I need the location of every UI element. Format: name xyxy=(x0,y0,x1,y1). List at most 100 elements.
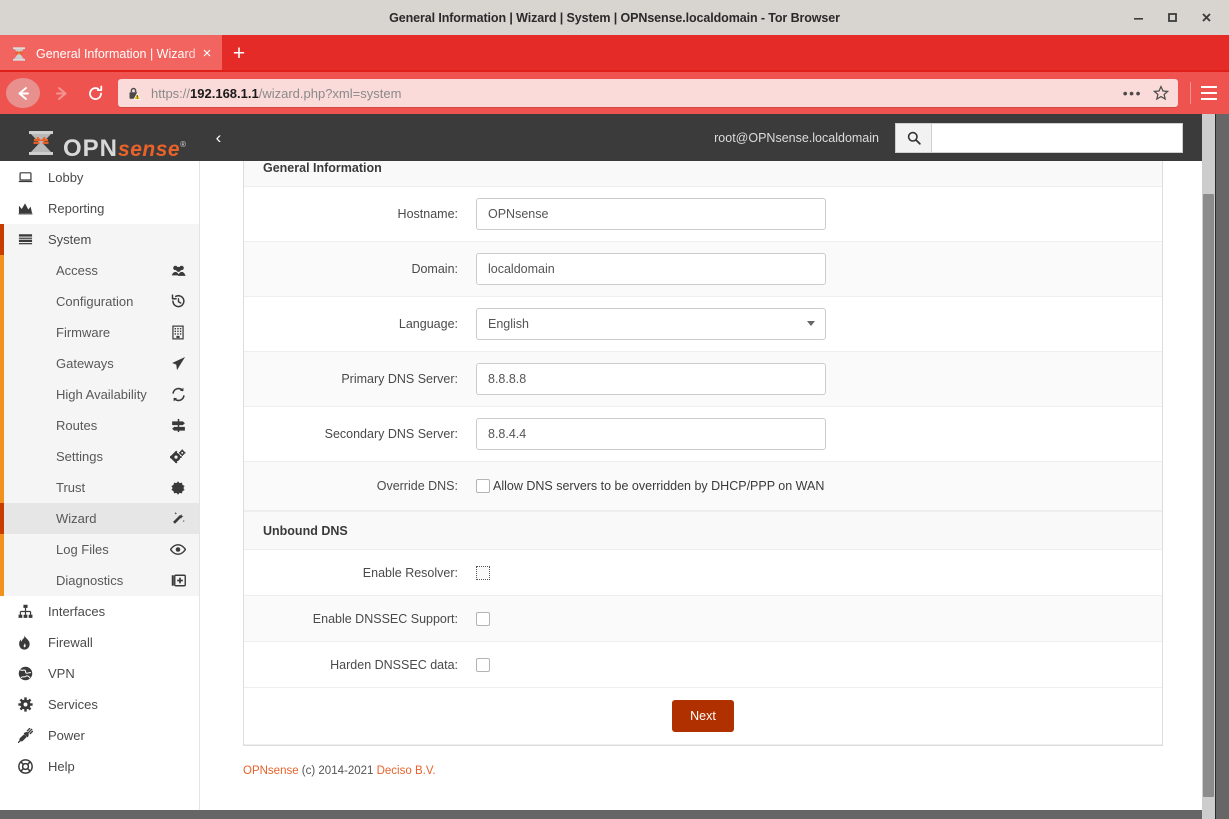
power-plug-icon xyxy=(18,728,40,743)
form-row-harden-dnssec: Harden DNSSEC data: xyxy=(244,642,1162,688)
language-select[interactable]: English xyxy=(476,308,826,340)
url-bar[interactable]: https://192.168.1.1/wizard.php?xml=syste… xyxy=(118,79,1178,107)
domain-field[interactable] xyxy=(476,253,826,285)
url-text[interactable]: https://192.168.1.1/wizard.php?xml=syste… xyxy=(143,86,1119,101)
url-scheme: https:// xyxy=(151,86,190,101)
secondary-dns-label: Secondary DNS Server: xyxy=(244,427,476,441)
opnsense-page: OPNsense® ‹ root@OPNsense.localdomain xyxy=(0,114,1202,819)
tab-strip: General Information | Wizard | System | … xyxy=(0,35,1229,72)
sidebar-item-firewall[interactable]: Firewall xyxy=(0,627,199,658)
lock-warning-icon[interactable] xyxy=(127,86,143,101)
sidebar-item-access[interactable]: Access xyxy=(0,255,199,286)
sidebar-item-diagnostics[interactable]: Diagnostics xyxy=(0,565,199,596)
maximize-button[interactable] xyxy=(1155,0,1189,35)
sidebar-item-system[interactable]: System xyxy=(0,224,199,255)
sidebar-item-routes[interactable]: Routes xyxy=(0,410,199,441)
sidebar-item-lobby[interactable]: Lobby xyxy=(0,162,199,193)
section-title-general-information: General Information xyxy=(244,161,1162,187)
sidebar-item-settings[interactable]: Settings xyxy=(0,441,199,472)
hostname-field[interactable] xyxy=(476,198,826,230)
sidebar-navigation: Lobby Reporting xyxy=(0,161,200,819)
bookmark-star-icon[interactable] xyxy=(1150,85,1172,101)
app-header: OPNsense® ‹ root@OPNsense.localdomain xyxy=(0,114,1202,161)
harden-dnssec-checkbox[interactable] xyxy=(476,658,490,672)
minimize-button[interactable] xyxy=(1121,0,1155,35)
sidebar-item-wizard[interactable]: Wizard xyxy=(0,503,199,534)
search-input[interactable] xyxy=(931,123,1183,153)
sidebar-item-vpn[interactable]: VPN xyxy=(0,658,199,689)
sidebar-item-label: Interfaces xyxy=(48,604,105,619)
sidebar-item-trust[interactable]: Trust xyxy=(0,472,199,503)
override-dns-checkbox-label: Allow DNS servers to be overridden by DH… xyxy=(493,479,824,493)
sidebar-group-label: System xyxy=(48,232,91,247)
gears-icon xyxy=(169,449,187,464)
sidebar-item-gateways[interactable]: Gateways xyxy=(0,348,199,379)
footer-opnsense-link[interactable]: OPNsense xyxy=(243,765,299,777)
browser-tab-active[interactable]: General Information | Wizard | System | … xyxy=(0,35,222,72)
logo-registered-mark: ® xyxy=(180,140,186,149)
sidebar-item-interfaces[interactable]: Interfaces xyxy=(0,596,199,627)
page-footer: OPNsense (c) 2014-2021 Deciso B.V. xyxy=(243,746,1163,777)
sidebar-item-label: Configuration xyxy=(56,294,169,309)
sidebar-item-high-availability[interactable]: High Availability xyxy=(0,379,199,410)
sidebar-bottom-items: Interfaces Firewall VPN xyxy=(0,596,199,782)
server-stack-icon xyxy=(18,232,40,247)
form-row-language: Language: English xyxy=(244,297,1162,352)
page-scrollbar[interactable] xyxy=(1202,114,1215,819)
opnsense-logo[interactable]: OPNsense® xyxy=(26,114,186,161)
sidebar-item-label: Lobby xyxy=(48,170,83,185)
history-undo-icon xyxy=(169,294,187,309)
eye-icon xyxy=(169,544,187,555)
window-title: General Information | Wizard | System | … xyxy=(0,11,1229,25)
new-tab-button[interactable]: + xyxy=(222,35,256,72)
sidebar-item-reporting[interactable]: Reporting xyxy=(0,193,199,224)
sidebar-item-label: Diagnostics xyxy=(56,573,169,588)
toolbar-divider xyxy=(1190,82,1191,104)
page-actions-icon[interactable]: ••• xyxy=(1119,85,1150,101)
sidebar-item-help[interactable]: Help xyxy=(0,751,199,782)
scrollbar-edge xyxy=(1215,114,1216,819)
enable-resolver-checkbox[interactable] xyxy=(476,566,490,580)
sidebar-item-services[interactable]: Services xyxy=(0,689,199,720)
logo-sense-text: sense xyxy=(118,138,180,161)
hamburger-menu-icon[interactable] xyxy=(1195,79,1223,107)
override-dns-checkbox[interactable] xyxy=(476,479,490,493)
header-search[interactable] xyxy=(895,123,1183,153)
sidebar-item-label: Firmware xyxy=(56,325,169,340)
primary-dns-field[interactable] xyxy=(476,363,826,395)
close-button[interactable] xyxy=(1189,0,1223,35)
signpost-icon xyxy=(169,418,187,433)
sidebar-collapse-button[interactable]: ‹ xyxy=(208,128,228,148)
sidebar-item-label: Log Files xyxy=(56,542,169,557)
footer-vendor-link[interactable]: Deciso B.V. xyxy=(377,765,436,777)
sidebar-item-firmware[interactable]: Firmware xyxy=(0,317,199,348)
sidebar-item-label: Power xyxy=(48,728,85,743)
enable-dnssec-label: Enable DNSSEC Support: xyxy=(244,612,476,626)
secondary-dns-field[interactable] xyxy=(476,418,826,450)
enable-dnssec-checkbox[interactable] xyxy=(476,612,490,626)
sidebar-item-log-files[interactable]: Log Files xyxy=(0,534,199,565)
language-label: Language: xyxy=(244,317,476,331)
logo-opn-text: OPN xyxy=(63,135,118,162)
search-icon[interactable] xyxy=(895,123,931,153)
sidebar-item-configuration[interactable]: Configuration xyxy=(0,286,199,317)
forward-icon[interactable] xyxy=(44,76,78,110)
users-icon xyxy=(169,264,187,277)
reload-icon[interactable] xyxy=(78,76,112,110)
url-host: 192.168.1.1 xyxy=(190,86,259,101)
back-icon[interactable] xyxy=(6,78,40,108)
scrollbar-thumb[interactable] xyxy=(1203,194,1214,797)
form-row-domain: Domain: xyxy=(244,242,1162,297)
laptop-icon xyxy=(18,170,40,185)
sidebar-item-label: Help xyxy=(48,759,75,774)
form-row-hostname: Hostname: xyxy=(244,187,1162,242)
next-button[interactable]: Next xyxy=(672,700,734,732)
tab-close-icon[interactable]: × xyxy=(198,45,216,63)
hostname-label: Hostname: xyxy=(244,207,476,221)
sidebar-item-power[interactable]: Power xyxy=(0,720,199,751)
primary-dns-label: Primary DNS Server: xyxy=(244,372,476,386)
chart-area-icon xyxy=(18,201,40,216)
sidebar-item-label: Routes xyxy=(56,418,169,433)
chevron-down-icon[interactable] xyxy=(807,321,815,326)
browser-chrome: General Information | Wizard | System | … xyxy=(0,35,1229,114)
